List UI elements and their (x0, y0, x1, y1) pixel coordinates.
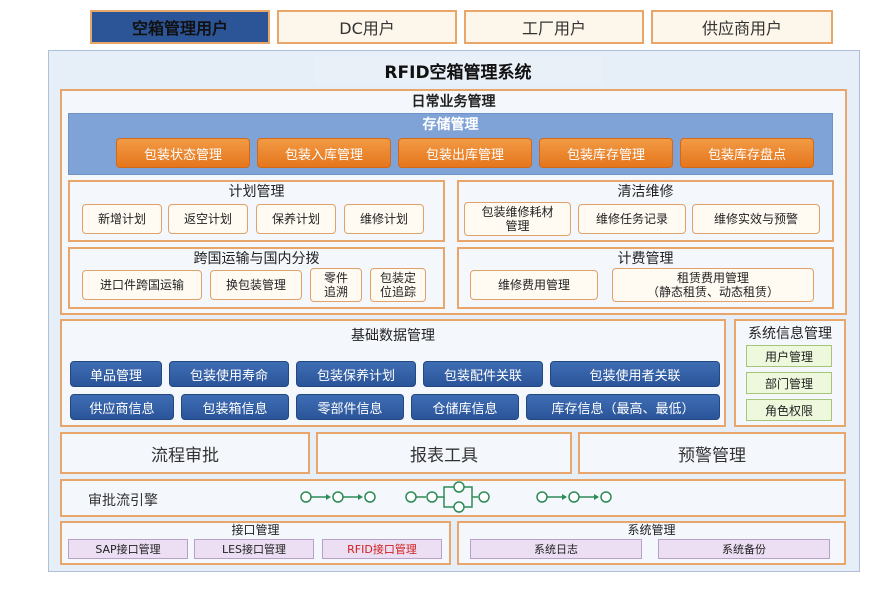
repair-task-record-button[interactable]: 维修任务记录 (578, 204, 686, 234)
item-management-button[interactable]: 单品管理 (70, 361, 162, 387)
repair-plan-button[interactable]: 维修计划 (344, 204, 424, 234)
system-management-title: 系统管理 (627, 522, 676, 537)
role-permission-button[interactable]: 角色权限 (746, 399, 832, 421)
repair-fee-button[interactable]: 维修费用管理 (470, 270, 598, 300)
workflow-diagram-icon (300, 481, 612, 513)
clean-repair-title: 清洁维修 (617, 184, 674, 200)
department-management-button[interactable]: 部门管理 (746, 372, 832, 394)
workflow-2-icon (405, 481, 490, 513)
package-stocktake-button[interactable]: 包装库存盘点 (680, 138, 814, 168)
process-approval-button[interactable]: 流程审批 (60, 432, 310, 474)
basic-data-title: 基础数据管理 (351, 328, 435, 344)
interface-title: 接口管理 (231, 522, 280, 537)
repair-effectiveness-button[interactable]: 维修实效与预警 (692, 204, 820, 234)
tab-label: 供应商用户 (701, 19, 782, 38)
tab-empty-box-user[interactable]: 空箱管理用户 (90, 10, 270, 44)
system-log-button[interactable]: 系统日志 (470, 539, 642, 559)
maintenance-plan-button[interactable]: 保养计划 (256, 204, 336, 234)
tab-label: DC用户 (339, 19, 395, 38)
package-box-info-button[interactable]: 包装箱信息 (181, 394, 289, 420)
supplier-info-button[interactable]: 供应商信息 (70, 394, 174, 420)
rental-fee-button[interactable]: 租赁费用管理 （静态租赁、动态租赁） (612, 268, 814, 302)
tab-label: 空箱管理用户 (131, 15, 228, 39)
rfid-interface-button[interactable]: RFID接口管理 (322, 539, 442, 559)
package-status-button[interactable]: 包装状态管理 (116, 138, 250, 168)
package-inbound-button[interactable]: 包装入库管理 (257, 138, 391, 168)
alert-management-button[interactable]: 预警管理 (578, 432, 846, 474)
system-title: RFID空箱管理系统 (314, 56, 602, 84)
parts-info-button[interactable]: 零部件信息 (296, 394, 404, 420)
package-lifespan-button[interactable]: 包装使用寿命 (169, 361, 289, 387)
sap-interface-button[interactable]: SAP接口管理 (68, 539, 188, 559)
tab-factory-user[interactable]: 工厂用户 (464, 10, 644, 44)
repackaging-button[interactable]: 换包装管理 (210, 270, 302, 300)
report-tool-button[interactable]: 报表工具 (316, 432, 572, 474)
part-trace-button[interactable]: 零件 追溯 (310, 268, 362, 302)
system-backup-button[interactable]: 系统备份 (658, 539, 830, 559)
system-info-title: 系统信息管理 (748, 326, 832, 342)
package-maintenance-plan-button[interactable]: 包装保养计划 (296, 361, 416, 387)
return-plan-button[interactable]: 返空计划 (168, 204, 248, 234)
storage-title: 存储管理 (422, 117, 479, 133)
approval-engine-label: 审批流引擎 (88, 493, 158, 509)
inventory-info-button[interactable]: 库存信息（最高、最低） (526, 394, 720, 420)
tab-dc-user[interactable]: DC用户 (277, 10, 457, 44)
warehouse-info-button[interactable]: 仓储库信息 (411, 394, 519, 420)
plan-title: 计划管理 (228, 184, 285, 200)
daily-business-title: 日常业务管理 (411, 94, 496, 110)
new-plan-button[interactable]: 新增计划 (82, 204, 162, 234)
tab-label: 工厂用户 (521, 19, 586, 38)
workflow-3-icon (536, 491, 612, 503)
package-location-button[interactable]: 包装定 位追踪 (370, 268, 426, 302)
workflow-1-icon (300, 491, 376, 503)
package-inventory-button[interactable]: 包装库存管理 (539, 138, 673, 168)
user-management-button[interactable]: 用户管理 (746, 345, 832, 367)
billing-title: 计费管理 (617, 251, 674, 267)
les-interface-button[interactable]: LES接口管理 (194, 539, 314, 559)
tab-supplier-user[interactable]: 供应商用户 (651, 10, 833, 44)
import-transport-button[interactable]: 进口件跨国运输 (82, 270, 202, 300)
package-user-link-button[interactable]: 包装使用者关联 (550, 361, 720, 387)
package-accessory-link-button[interactable]: 包装配件关联 (423, 361, 543, 387)
repair-consumables-button[interactable]: 包装维修耗材 管理 (464, 202, 571, 236)
package-outbound-button[interactable]: 包装出库管理 (398, 138, 532, 168)
transport-title: 跨国运输与国内分拨 (193, 251, 320, 267)
